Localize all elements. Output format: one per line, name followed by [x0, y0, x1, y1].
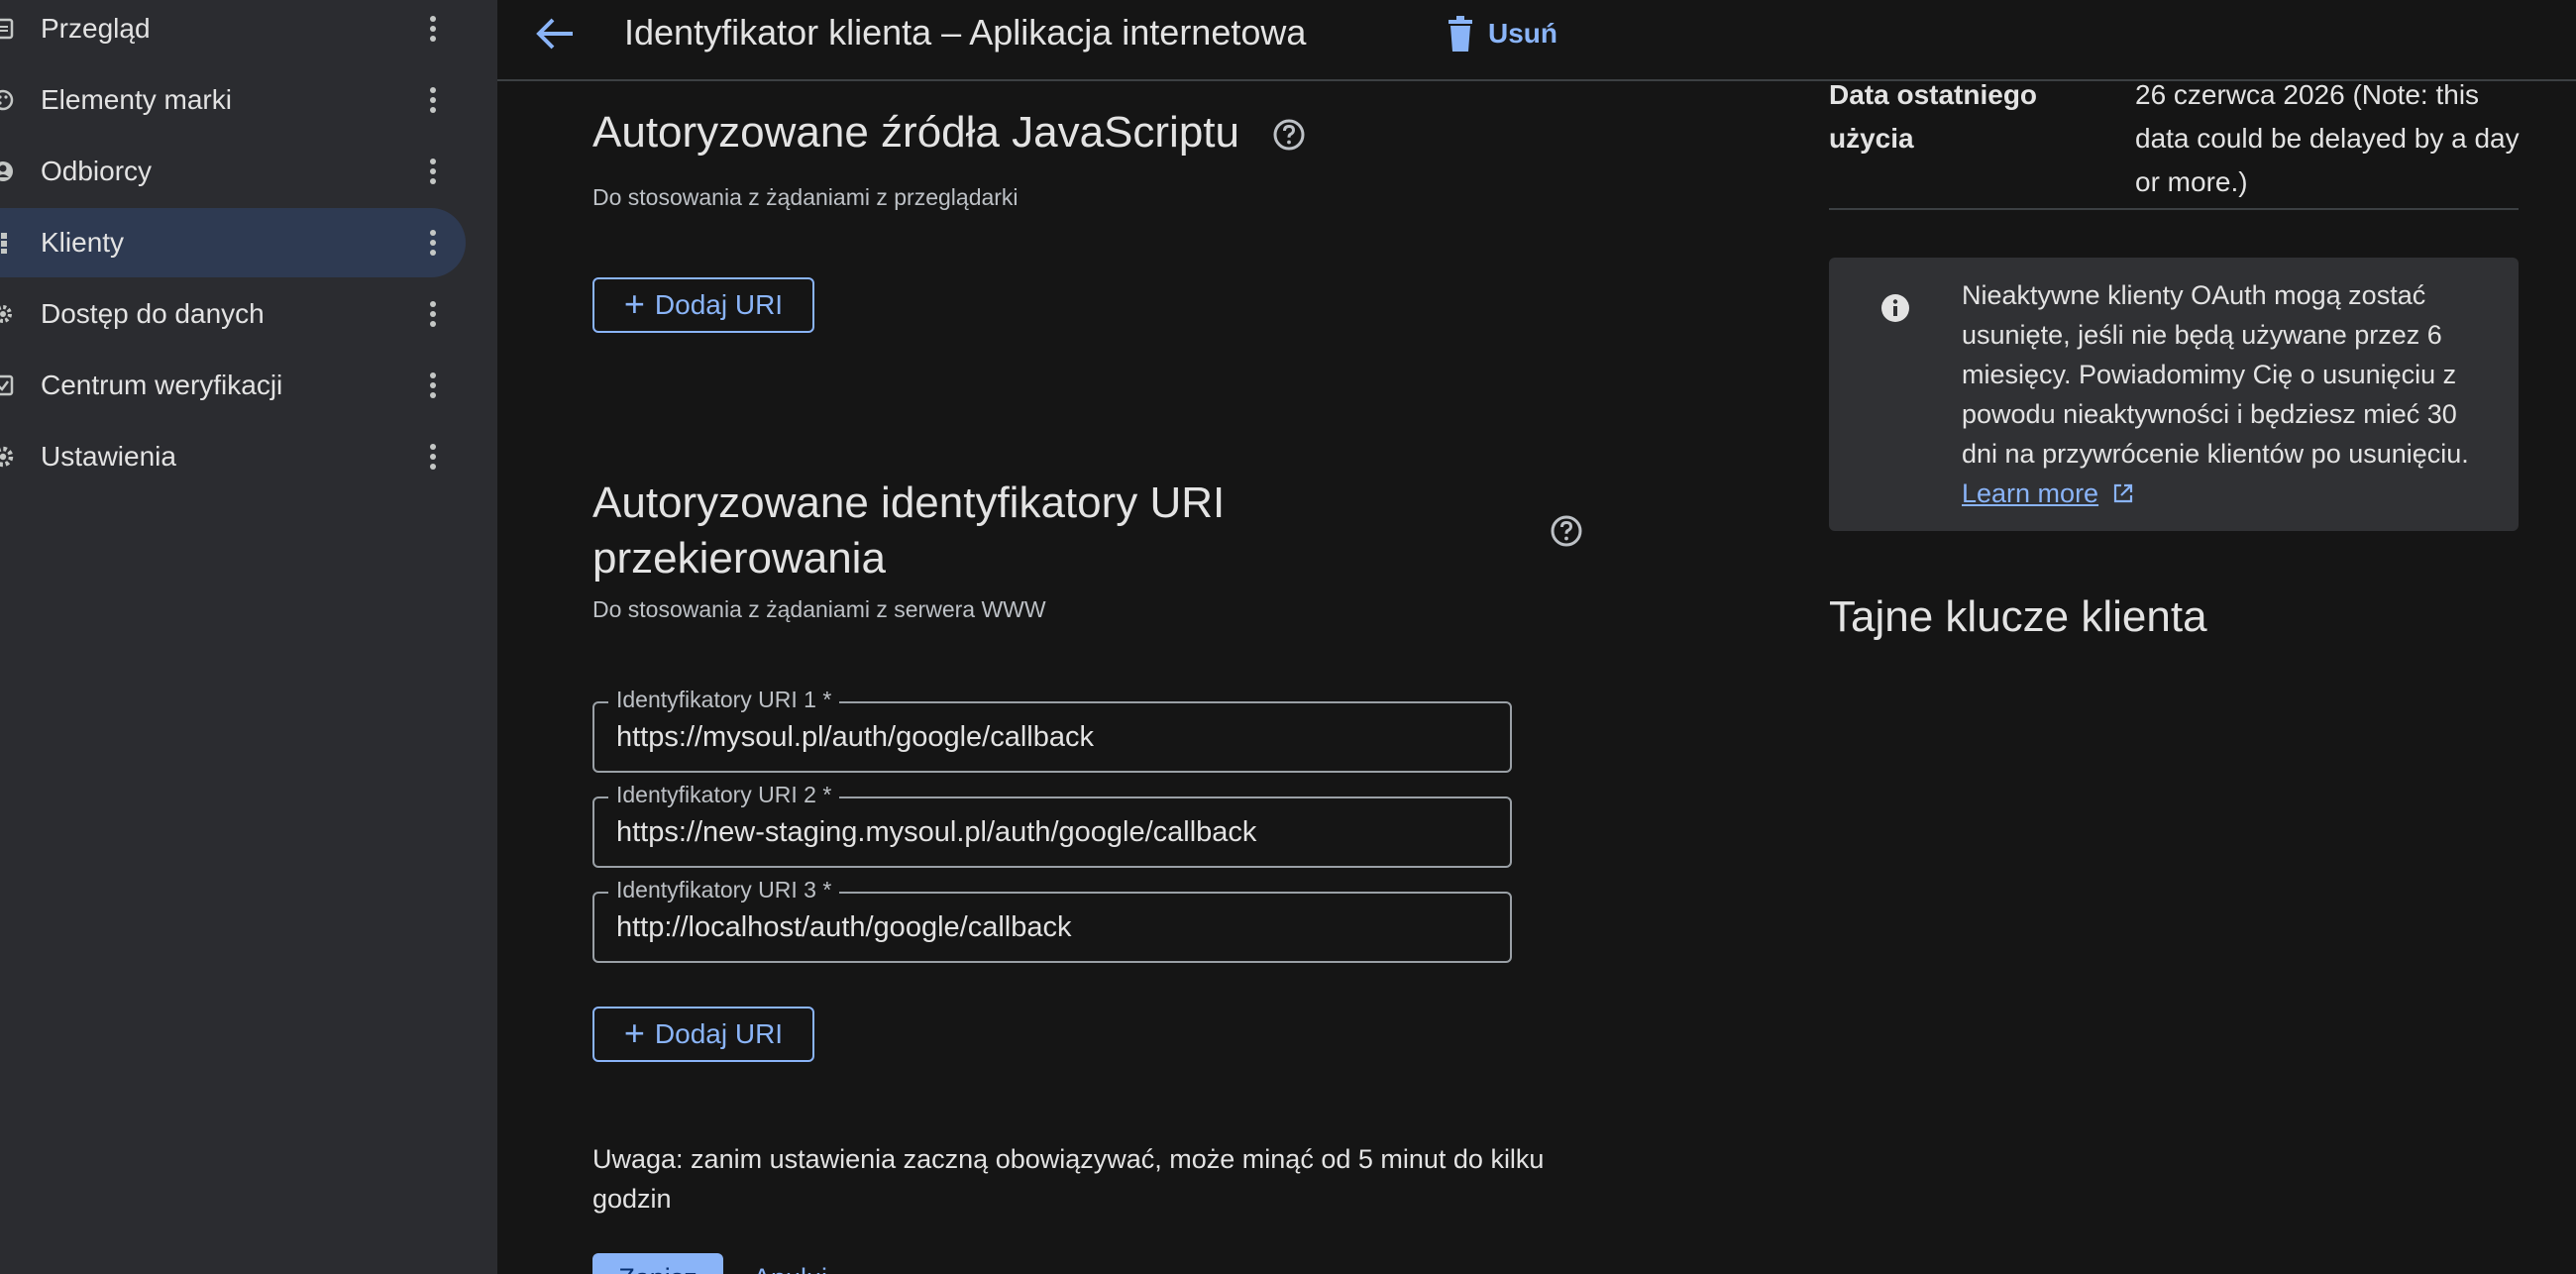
- uri-field-label: Identyfikatory URI 2 *: [608, 782, 840, 808]
- page-header: Identyfikator klienta – Aplikacja intern…: [497, 0, 2576, 81]
- redirect-uris-title: Autoryzowane identyfikatory URI przekier…: [592, 476, 1225, 586]
- uri-field-label: Identyfikatory URI 1 *: [608, 687, 840, 713]
- gear-icon: [0, 303, 14, 325]
- grid-icon: [0, 232, 14, 254]
- person-icon: [0, 160, 14, 182]
- cancel-button[interactable]: Anuluj: [753, 1263, 827, 1274]
- redirect-uri-field-2[interactable]: Identyfikatory URI 2 * https://new-stagi…: [592, 782, 1512, 868]
- save-button[interactable]: Zapisz: [592, 1253, 723, 1274]
- sidebar-item-ustawienia[interactable]: Ustawienia: [0, 422, 466, 491]
- sidebar-item-elementy-marki[interactable]: Elementy marki: [0, 65, 466, 135]
- more-vert-icon[interactable]: [421, 296, 445, 332]
- sidebar-item-label: Odbiorcy: [41, 156, 153, 186]
- plus-icon: +: [623, 1011, 645, 1053]
- redirect-uris-subtitle: Do stosowania z żądaniami z serwera WWW: [592, 596, 1046, 622]
- redirect-uris-title-line1: Autoryzowane identyfikatory URI: [592, 478, 1226, 527]
- learn-more-link[interactable]: Learn more: [1962, 478, 2098, 508]
- dashboard-icon: [0, 18, 14, 40]
- redirect-uri-field-1[interactable]: Identyfikatory URI 1 * https://mysoul.pl…: [592, 687, 1512, 773]
- trash-icon: [1449, 16, 1472, 52]
- last-used-value: 26 czerwca 2026 (Note: this data could b…: [2135, 79, 2520, 197]
- js-origins-subtitle: Do stosowania z żądaniami z przeglądarki: [592, 184, 1019, 210]
- inactive-clients-info-box: Nieaktywne klienty OAuth mogą zostać usu…: [1829, 258, 2519, 531]
- settings-icon: [0, 446, 14, 468]
- sidebar-item-klienty[interactable]: Klienty: [0, 208, 466, 277]
- help-icon[interactable]: [1550, 514, 1583, 548]
- back-arrow-icon[interactable]: [533, 14, 579, 53]
- sidebar-item-label: Przegląd: [41, 13, 151, 44]
- plus-icon: +: [623, 282, 645, 324]
- add-uri-label: Dodaj URI: [654, 289, 784, 320]
- page-title: Identyfikator klienta – Aplikacja intern…: [624, 12, 1307, 53]
- uri-field-value[interactable]: https://new-staging.mysoul.pl/auth/googl…: [616, 816, 1256, 849]
- divider: [1829, 208, 2519, 210]
- client-secrets-title: Tajne klucze klienta: [1829, 592, 2207, 641]
- more-vert-icon[interactable]: [421, 82, 445, 118]
- info-icon: [1880, 293, 1910, 323]
- add-js-origin-button[interactable]: + Dodaj URI: [592, 277, 814, 333]
- sidebar-item-przeglad[interactable]: Przegląd: [0, 0, 466, 63]
- sidebar-item-label: Dostęp do danych: [41, 298, 265, 329]
- more-vert-icon[interactable]: [421, 368, 445, 403]
- checkbox-icon: [0, 374, 14, 396]
- more-vert-icon[interactable]: [421, 225, 445, 261]
- info-text: Nieaktywne klienty OAuth mogą zostać usu…: [1962, 280, 2469, 469]
- uri-field-label: Identyfikatory URI 3 *: [608, 877, 840, 903]
- last-used-label: Data ostatniego użycia: [1829, 79, 2038, 154]
- js-origins-title: Autoryzowane źródła JavaScriptu: [592, 108, 1239, 157]
- sidebar-item-centrum-weryfikacji[interactable]: Centrum weryfikacji: [0, 351, 466, 420]
- info-message: Nieaktywne klienty OAuth mogą zostać usu…: [1962, 275, 2487, 513]
- add-redirect-uri-button[interactable]: + Dodaj URI: [592, 1007, 814, 1062]
- sidebar-item-label: Elementy marki: [41, 84, 232, 115]
- sidebar-item-label: Ustawienia: [41, 441, 176, 472]
- delete-button[interactable]: Usuń: [1447, 12, 1557, 55]
- uri-field-value[interactable]: https://mysoul.pl/auth/google/callback: [616, 721, 1094, 754]
- redirect-uri-field-3[interactable]: Identyfikatory URI 3 * http://localhost/…: [592, 877, 1512, 963]
- add-uri-label: Dodaj URI: [654, 1018, 784, 1049]
- delete-label: Usuń: [1488, 18, 1557, 49]
- more-vert-icon[interactable]: [421, 154, 445, 189]
- sidebar: Przegląd Elementy marki Odbiorcy Klienty: [0, 0, 497, 1274]
- sidebar-item-label: Klienty: [41, 227, 125, 258]
- app-root: Przegląd Elementy marki Odbiorcy Klienty: [0, 0, 2576, 1274]
- palette-icon: [0, 89, 14, 111]
- sidebar-item-label: Centrum weryfikacji: [41, 370, 283, 400]
- help-icon[interactable]: [1272, 118, 1306, 152]
- settings-delay-note: Uwaga: zanim ustawienia zaczną obowiązyw…: [592, 1144, 1545, 1214]
- uri-field-value[interactable]: http://localhost/auth/google/callback: [616, 911, 1071, 944]
- more-vert-icon[interactable]: [421, 439, 445, 475]
- more-vert-icon[interactable]: [421, 11, 445, 47]
- redirect-uris-title-line2: przekierowania: [592, 534, 886, 583]
- sidebar-item-odbiorcy[interactable]: Odbiorcy: [0, 137, 466, 206]
- external-link-icon[interactable]: [2112, 482, 2134, 504]
- sidebar-item-dostep-do-danych[interactable]: Dostęp do danych: [0, 279, 466, 349]
